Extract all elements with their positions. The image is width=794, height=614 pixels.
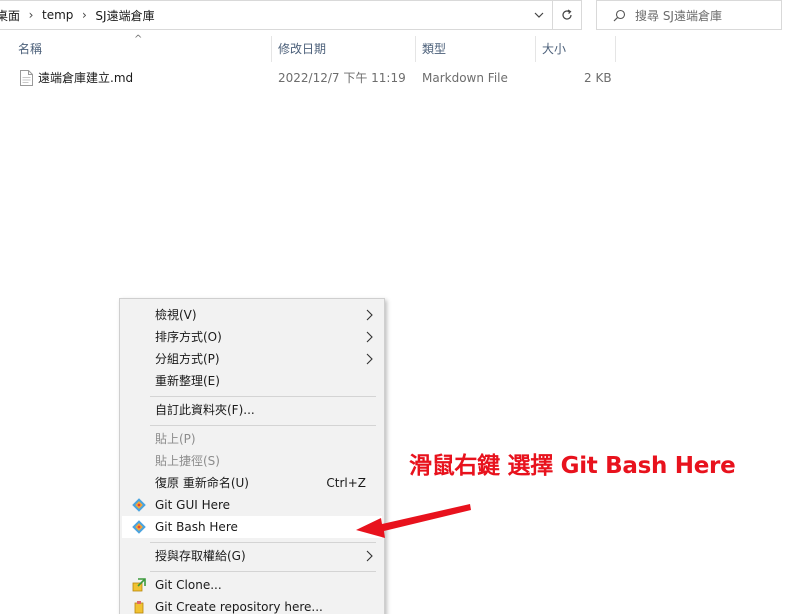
breadcrumb-desktop[interactable]: 桌面 <box>0 7 22 24</box>
breadcrumb: 桌面 › temp › SJ遠端倉庫 <box>0 1 526 29</box>
menu-item-label: Git Clone... <box>155 578 222 592</box>
menu-item-undo-rename[interactable]: 復原 重新命名(U) Ctrl+Z <box>122 472 382 494</box>
menu-item-paste[interactable]: 貼上(P) <box>122 428 382 450</box>
file-date-modified: 2022/12/7 下午 11:19 <box>278 71 406 85</box>
chevron-right-icon[interactable]: › <box>75 8 93 22</box>
chevron-down-icon <box>534 12 544 18</box>
menu-item-label: Git GUI Here <box>155 498 231 512</box>
address-history-button[interactable] <box>526 1 552 29</box>
column-header-type[interactable]: 類型 <box>416 36 536 62</box>
menu-item-label: Git Create repository here... <box>155 600 323 614</box>
menu-item-git-clone[interactable]: Git Clone... <box>122 574 382 596</box>
chevron-right-icon <box>366 550 373 562</box>
markdown-file-icon <box>20 70 33 86</box>
chevron-right-icon <box>366 331 373 343</box>
menu-item-paste-shortcut[interactable]: 貼上捷徑(S) <box>122 450 382 472</box>
file-name[interactable]: 遠端倉庫建立.md <box>38 66 133 90</box>
menu-item-customize-folder[interactable]: 自訂此資料夾(F)... <box>122 399 382 421</box>
menu-item-give-access[interactable]: 授與存取權給(G) <box>122 545 382 567</box>
address-bar[interactable]: 桌面 › temp › SJ遠端倉庫 <box>0 0 582 30</box>
menu-separator <box>150 542 376 543</box>
chevron-right-icon <box>366 353 373 365</box>
chevron-right-icon <box>366 309 373 321</box>
column-header-date[interactable]: 修改日期 <box>272 36 416 62</box>
menu-item-label: 貼上(P) <box>155 432 196 446</box>
menu-item-shortcut: Ctrl+Z <box>326 476 366 490</box>
menu-item-git-create-repository[interactable]: Git Create repository here... <box>122 596 382 614</box>
menu-item-label: 自訂此資料夾(F)... <box>155 403 255 417</box>
file-row[interactable]: 遠端倉庫建立.md 2022/12/7 下午 11:19 Markdown Fi… <box>12 66 622 90</box>
menu-item-label: 分組方式(P) <box>155 352 220 366</box>
annotation-arrow-icon <box>356 504 471 538</box>
refresh-icon <box>562 9 572 20</box>
menu-separator <box>150 571 376 572</box>
context-menu: 檢視(V) 排序方式(O) 分組方式(P) 重新整理(E) 自訂此資料夾(F).… <box>119 298 385 614</box>
menu-item-label: 復原 重新命名(U) <box>155 476 249 490</box>
search-input[interactable]: 搜尋 SJ遠端倉庫 <box>635 7 722 24</box>
menu-item-git-gui-here[interactable]: Git GUI Here <box>122 494 382 516</box>
menu-item-label: 重新整理(E) <box>155 374 220 388</box>
search-box[interactable]: 搜尋 SJ遠端倉庫 <box>596 0 782 30</box>
file-size: 2 KB <box>584 71 612 85</box>
menu-item-label: Git Bash Here <box>155 520 238 534</box>
git-create-repo-icon <box>134 601 144 614</box>
menu-item-group-by[interactable]: 分組方式(P) <box>122 348 382 370</box>
menu-item-label: 貼上捷徑(S) <box>155 454 220 468</box>
menu-item-git-bash-here[interactable]: Git Bash Here <box>122 516 382 538</box>
menu-item-refresh[interactable]: 重新整理(E) <box>122 370 382 392</box>
git-clone-icon <box>132 578 146 592</box>
file-type: Markdown File <box>422 71 508 85</box>
column-headers: 名稱 修改日期 類型 大小 <box>0 36 620 62</box>
menu-item-label: 檢視(V) <box>155 308 197 322</box>
annotation-text: 滑鼠右鍵 選擇 Git Bash Here <box>409 453 736 479</box>
menu-item-label: 授與存取權給(G) <box>155 549 246 563</box>
search-icon <box>607 0 631 30</box>
column-header-size[interactable]: 大小 <box>536 36 616 62</box>
sort-ascending-icon: ^ <box>134 34 143 45</box>
menu-separator <box>150 425 376 426</box>
git-icon <box>132 520 146 534</box>
git-icon <box>132 498 146 512</box>
menu-item-view[interactable]: 檢視(V) <box>122 304 382 326</box>
menu-item-label: 排序方式(O) <box>155 330 222 344</box>
breadcrumb-current-folder[interactable]: SJ遠端倉庫 <box>93 7 156 24</box>
file-explorer-window: 桌面 › temp › SJ遠端倉庫 搜尋 SJ遠端倉庫 名稱 修改日期 類型 … <box>0 0 794 614</box>
breadcrumb-temp[interactable]: temp <box>40 8 75 22</box>
menu-separator <box>150 396 376 397</box>
menu-item-sort-by[interactable]: 排序方式(O) <box>122 326 382 348</box>
chevron-right-icon[interactable]: › <box>22 8 40 22</box>
refresh-button[interactable] <box>552 1 581 29</box>
